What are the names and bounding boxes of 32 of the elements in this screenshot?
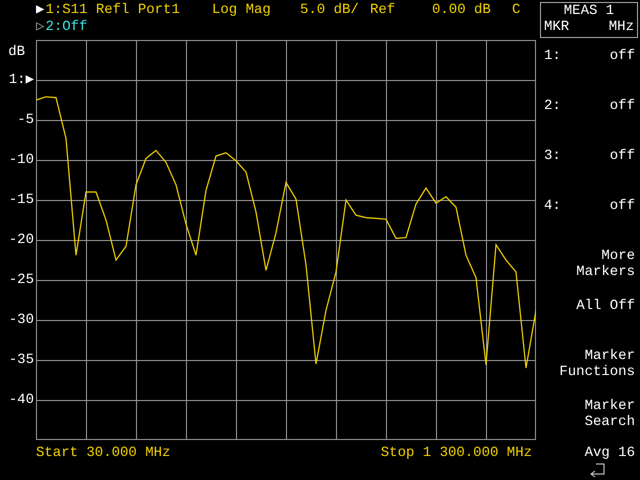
axis-tick-label: -25 [8,272,34,288]
axis-tick-label: -30 [8,312,34,328]
reference-marker-label: 1:▶ [8,72,34,88]
trace-scale-label: 5.0 dB/ [300,2,360,19]
marker-softkey[interactable]: 4: off [536,190,640,240]
softkey[interactable]: Marker Search [536,390,640,440]
axis-tick-label: -10 [8,152,34,168]
stop-frequency-label: Stop 1 300.000 MHz [380,445,532,461]
marker-softkey[interactable]: 2: off [536,90,640,140]
trace-ref-label: Ref [370,2,396,19]
axis-tick-label: -15 [8,192,34,208]
trace-marker-icon: ▷ [36,19,44,36]
averaging-status-label: Avg 16 [584,445,635,461]
trace-marker-icon: ▶ [36,2,44,19]
trace-format-label: Log Mag [212,2,272,19]
axis-tick-label: -5 [17,112,34,128]
softkey[interactable]: More Markers [536,240,640,290]
axis-unit-label: dB [8,44,25,60]
axis-tick-label: -20 [8,232,34,248]
marker-softkey[interactable]: 3: off [536,140,640,190]
start-frequency-label: Start 30.000 MHz [36,445,170,461]
softkey[interactable]: Marker Functions [536,340,640,390]
axis-tick-label: -40 [8,392,34,408]
trace-ref-value-label: 0.00 dB [432,2,492,19]
axis-tick-label: -35 [8,352,34,368]
measurement-box: MEAS 1 MKR MHz [540,2,638,38]
marker-softkey[interactable]: 1: off [536,40,640,90]
trace-channel-label: 1:S11 Refl Port1 [45,2,180,19]
trace-flag-label: C [512,2,522,19]
enter-icon [588,463,606,477]
trace-channel-label: 2:Off [45,19,88,36]
softkey[interactable]: All Off [536,290,640,340]
